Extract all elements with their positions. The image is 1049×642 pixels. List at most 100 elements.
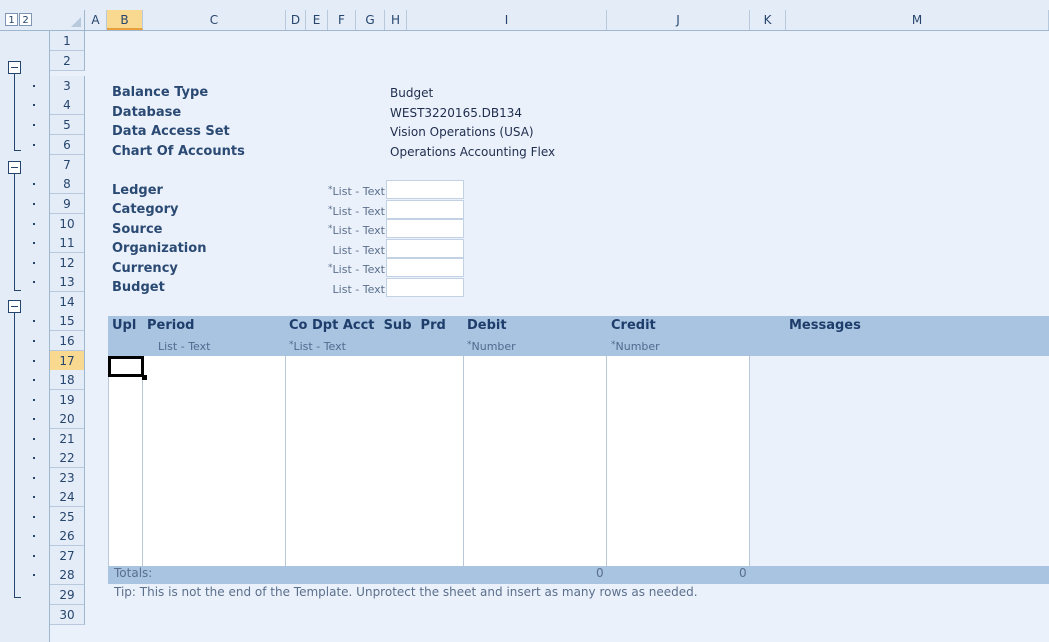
row-header-15[interactable]: 15 [50, 311, 85, 331]
row-header-2[interactable]: 2 [50, 51, 85, 71]
outline-row-dot [33, 262, 35, 264]
outline-row-dot [33, 183, 35, 185]
row-header-10[interactable]: 10 [50, 214, 85, 234]
column-header-d[interactable]: D [286, 10, 306, 30]
column-header-i[interactable]: I [407, 10, 607, 30]
currency-hint-text: List - Text [332, 263, 385, 276]
row-header-13[interactable]: 13 [50, 272, 85, 292]
select-all-button[interactable] [50, 10, 85, 30]
column-header-b[interactable]: B [107, 10, 143, 30]
outline-row-dot [33, 555, 35, 557]
chart-of-accounts-value: Operations Accounting Flex [390, 145, 556, 159]
debit-column-cells[interactable] [464, 356, 607, 566]
column-header-h[interactable]: H [385, 10, 407, 30]
ledger-input[interactable] [386, 180, 464, 199]
outline-row-dot [33, 399, 35, 401]
database-value: WEST3220165.DB134 [390, 106, 523, 120]
organization-hint-text: List - Text [332, 244, 385, 257]
credit-column-cells[interactable] [607, 356, 750, 566]
budget-hint-text: List - Text [332, 283, 385, 296]
active-cell-cursor[interactable] [108, 356, 147, 380]
collapse-group-1-icon[interactable] [8, 61, 21, 74]
row-header-21[interactable]: 21 [50, 429, 85, 449]
database-label: Database [112, 105, 182, 120]
currency-hint: *List - Text [115, 263, 385, 276]
period-subheader: List - Text [158, 340, 211, 353]
row-header-7[interactable]: 7 [50, 155, 85, 175]
upl-column-cells[interactable] [108, 356, 143, 566]
row-header-28[interactable]: 28 [50, 565, 85, 585]
source-hint: *List - Text [115, 224, 385, 237]
collapse-group-3-icon[interactable] [8, 300, 21, 313]
row-header-26[interactable]: 26 [50, 526, 85, 546]
period-header: Period [147, 318, 195, 333]
outline-row-dot [33, 516, 35, 518]
row-header-27[interactable]: 27 [50, 546, 85, 566]
balance-type-value: Budget [390, 86, 434, 100]
outline-row-dot [33, 457, 35, 459]
column-header-a[interactable]: A [85, 10, 107, 30]
budget-input[interactable] [386, 278, 464, 297]
period-column-cells[interactable] [143, 356, 286, 566]
source-input[interactable] [386, 219, 464, 238]
outline-row-dot [33, 281, 35, 283]
source-hint-text: List - Text [332, 224, 385, 237]
row-header-9[interactable]: 9 [50, 194, 85, 214]
outline-level-1-button[interactable]: 1 [5, 13, 18, 26]
row-header-23[interactable]: 23 [50, 468, 85, 488]
row-header-5[interactable]: 5 [50, 115, 85, 135]
outline-row-dot [33, 320, 35, 322]
group-1-bracket [14, 74, 15, 150]
credit-total: 0 [739, 566, 747, 580]
outline-row-dot [33, 438, 35, 440]
row-header-8[interactable]: 8 [50, 174, 85, 194]
organization-hint: List - Text [115, 244, 385, 257]
row-header-6[interactable]: 6 [50, 135, 85, 155]
chart-of-accounts-label: Chart Of Accounts [112, 144, 245, 159]
row-header-1[interactable]: 1 [50, 31, 85, 51]
column-header-k[interactable]: K [750, 10, 786, 30]
row-header-4[interactable]: 4 [50, 95, 85, 115]
balance-type-label: Balance Type [112, 85, 209, 100]
outline-row-dot [33, 144, 35, 146]
column-header-m[interactable]: M [786, 10, 1049, 30]
column-header-e[interactable]: E [306, 10, 328, 30]
organization-input[interactable] [386, 239, 464, 258]
category-input[interactable] [386, 200, 464, 219]
outline-level-2-button[interactable]: 2 [19, 13, 32, 26]
table-header-band [108, 316, 1049, 356]
budget-hint: List - Text [115, 283, 385, 296]
row-header-11[interactable]: 11 [50, 233, 85, 253]
row-header-17[interactable]: 17 [50, 351, 85, 371]
row-header-12[interactable]: 12 [50, 253, 85, 273]
row-header-30[interactable]: 30 [50, 605, 85, 625]
row-header-14[interactable]: 14 [50, 292, 85, 312]
credit-subheader: *Number [611, 340, 660, 353]
debit-subheader-text: Number [471, 340, 516, 353]
group-3-bracket [14, 313, 15, 597]
outline-row-dot [33, 223, 35, 225]
column-header-f[interactable]: F [328, 10, 356, 30]
outline-level-buttons: 1 2 [0, 10, 49, 30]
row-header-24[interactable]: 24 [50, 487, 85, 507]
row-header-16[interactable]: 16 [50, 331, 85, 351]
column-header-g[interactable]: G [356, 10, 385, 30]
collapse-group-2-icon[interactable] [8, 161, 21, 174]
row-header-20[interactable]: 20 [50, 409, 85, 429]
outline-row-dot [33, 574, 35, 576]
row-header-19[interactable]: 19 [50, 390, 85, 410]
group-3-bracket-foot [14, 597, 21, 598]
row-header-25[interactable]: 25 [50, 507, 85, 527]
credit-header: Credit [611, 318, 656, 333]
row-header-29[interactable]: 29 [50, 585, 85, 605]
column-header-c[interactable]: C [143, 10, 286, 30]
currency-input[interactable] [386, 258, 464, 277]
column-header-j[interactable]: J [607, 10, 750, 30]
segments-column-cells[interactable] [286, 356, 464, 566]
category-hint-text: List - Text [332, 205, 385, 218]
row-header-22[interactable]: 22 [50, 448, 85, 468]
row-header-3[interactable]: 3 [50, 76, 85, 96]
ledger-hint: *List - Text [115, 185, 385, 198]
row-header-18[interactable]: 18 [50, 370, 85, 390]
outline-gutter [0, 31, 50, 642]
